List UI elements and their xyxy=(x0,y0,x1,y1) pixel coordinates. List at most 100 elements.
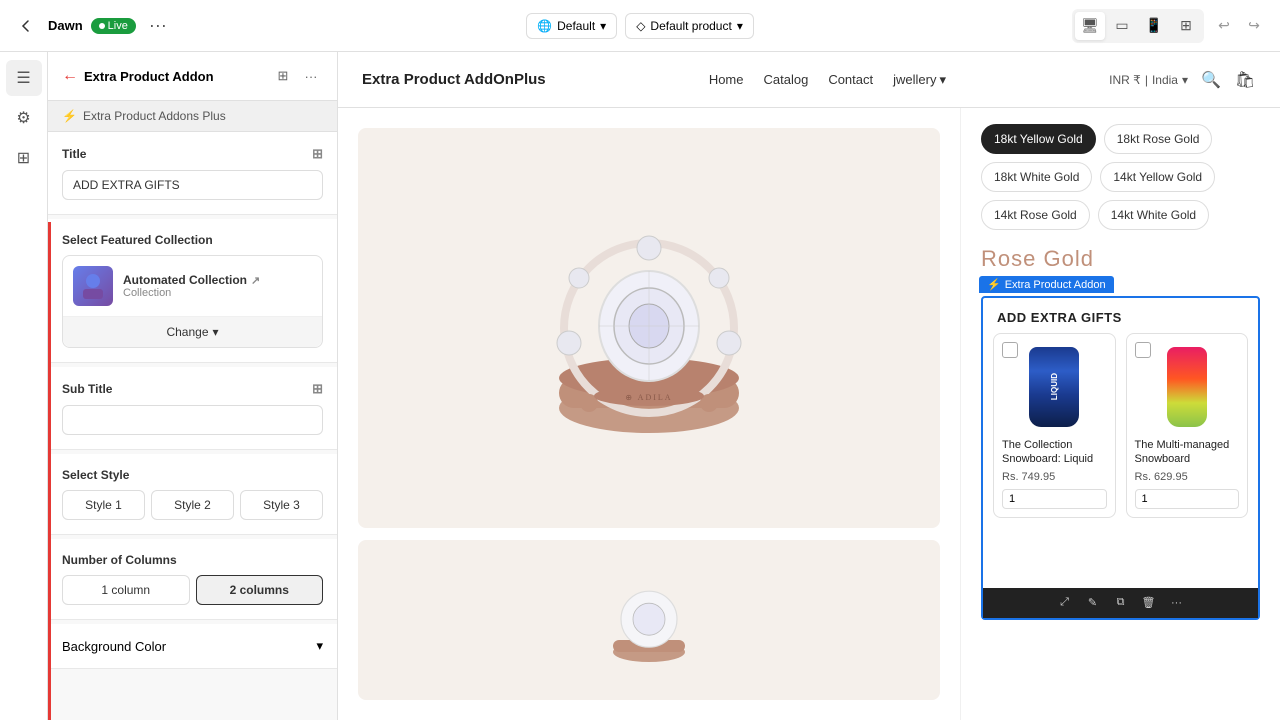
addon-bottom-bar: ⤢ ✎ ⧉ 🗑 ··· xyxy=(983,588,1258,618)
addon-ctrl-move[interactable]: ⤢ xyxy=(1054,592,1076,614)
panel-header-icons: ⊞ ··· xyxy=(271,64,323,88)
background-color-section: Background Color ▾ xyxy=(48,624,337,669)
nav-home[interactable]: Home xyxy=(709,72,744,87)
sidebar-icon-settings[interactable]: ⚙ xyxy=(6,100,42,136)
store-name: Dawn xyxy=(48,18,83,33)
mobile-button[interactable]: 📱 xyxy=(1139,12,1169,40)
subtitle-label: Sub Title ⊞ xyxy=(62,381,323,397)
addon-product-card-0: LIQUID The Collection Snowboard: Liquid … xyxy=(993,333,1116,518)
theme-dropdown[interactable]: 🌐 Default ▾ xyxy=(526,13,617,39)
chevron-icon-2: ▾ xyxy=(737,19,743,33)
collection-name: Automated Collection ↗ xyxy=(123,273,312,287)
extra-addon-panel: ADD EXTRA GIFTS LIQUID xyxy=(981,296,1260,620)
gold-option-3[interactable]: 14kt Yellow Gold xyxy=(1100,162,1215,192)
collection-section-label: Select Featured Collection xyxy=(62,233,323,247)
addon-checkbox-1[interactable] xyxy=(1135,342,1151,358)
collection-thumbnail xyxy=(73,266,113,306)
title-input[interactable] xyxy=(62,170,323,200)
panel-title: Extra Product Addon xyxy=(84,69,214,84)
addon-qty-input-1[interactable] xyxy=(1135,489,1240,509)
desktop-button[interactable]: 🖥 xyxy=(1075,12,1105,40)
undo-button[interactable]: ↩ xyxy=(1210,12,1238,40)
style-3-button[interactable]: Style 3 xyxy=(240,490,323,520)
collection-info: Automated Collection ↗ Collection xyxy=(123,273,312,299)
addon-product-price-1: Rs. 629.95 xyxy=(1135,471,1240,483)
nav-jwellery[interactable]: jwellery ▾ xyxy=(893,72,946,88)
currency-chevron-icon: ▾ xyxy=(1182,73,1188,87)
addon-ctrl-copy[interactable]: ⧉ xyxy=(1110,592,1132,614)
style-section: Select Style Style 1 Style 2 Style 3 xyxy=(48,454,337,535)
cart-icon[interactable]: 🛍 xyxy=(1234,69,1256,91)
one-column-button[interactable]: 1 column xyxy=(62,575,190,605)
gold-option-2[interactable]: 18kt White Gold xyxy=(981,162,1092,192)
secondary-product-image xyxy=(358,540,940,700)
columns-section: Number of Columns 1 column 2 columns xyxy=(48,539,337,620)
snowboard-text-1: LIQUID xyxy=(1050,373,1059,400)
panel-more-icon[interactable]: ··· xyxy=(299,64,323,88)
addon-product-card-1: The Multi-managed Snowboard Rs. 629.95 xyxy=(1126,333,1249,518)
fade-gradient xyxy=(983,528,1258,588)
top-bar: Dawn Live ··· 🌐 Default ▾ ◇ Default prod… xyxy=(0,0,1280,52)
external-link-icon[interactable]: ↗ xyxy=(251,274,260,287)
gold-option-0[interactable]: 18kt Yellow Gold xyxy=(981,124,1096,154)
globe-icon: 🌐 xyxy=(537,19,552,33)
sidebar-icon-apps[interactable]: ⊞ xyxy=(6,140,42,176)
addon-products-grid: LIQUID The Collection Snowboard: Liquid … xyxy=(983,333,1258,528)
extra-addon-label: ⚡ Extra Product Addon xyxy=(979,276,1114,293)
sub-panel-title: Extra Product Addons Plus xyxy=(83,109,226,123)
addon-section-wrapper: ⚡ Extra Product Addon ADD EXTRA GIFTS xyxy=(981,296,1260,620)
undo-redo-controls: ↩ ↪ xyxy=(1210,12,1268,40)
addon-product-name-0: The Collection Snowboard: Liquid xyxy=(1002,438,1107,467)
nav-contact[interactable]: Contact xyxy=(828,72,873,87)
addon-product-price-0: Rs. 749.95 xyxy=(1002,471,1107,483)
diamond-icon: ◇ xyxy=(636,19,645,33)
chevron-down-icon: ▾ xyxy=(213,325,219,339)
currency-selector[interactable]: INR ₹ | India ▾ xyxy=(1109,73,1188,87)
background-color-label: Background Color xyxy=(62,639,166,654)
chevron-icon: ▾ xyxy=(600,19,606,33)
back-button[interactable] xyxy=(12,12,40,40)
store-nav-links: Home Catalog Contact jwellery ▾ xyxy=(709,72,946,88)
back-panel-icon[interactable]: ← xyxy=(62,67,78,85)
store-nav-right: INR ₹ | India ▾ 🔍 🛍 xyxy=(1109,69,1256,91)
nav-catalog[interactable]: Catalog xyxy=(764,72,809,87)
style-1-button[interactable]: Style 1 xyxy=(62,490,145,520)
panel-db-icon[interactable]: ⊞ xyxy=(271,64,295,88)
redo-button[interactable]: ↪ xyxy=(1240,12,1268,40)
gold-option-1[interactable]: 18kt Rose Gold xyxy=(1104,124,1213,154)
svg-text:⊕ ADILA: ⊕ ADILA xyxy=(625,393,672,402)
panel-header: ← Extra Product Addon ⊞ ··· xyxy=(48,52,337,101)
sub-panel-icon: ⚡ xyxy=(62,109,77,123)
title-db-icon[interactable]: ⊞ xyxy=(312,146,323,162)
top-bar-right: 🖥 ▭ 📱 ⊞ ↩ ↪ xyxy=(764,9,1268,43)
preview-area: Extra Product AddOnPlus Home Catalog Con… xyxy=(338,52,1280,720)
subtitle-input[interactable] xyxy=(62,405,323,435)
style-2-button[interactable]: Style 2 xyxy=(151,490,234,520)
search-icon[interactable]: 🔍 xyxy=(1200,69,1222,91)
gold-option-5[interactable]: 14kt White Gold xyxy=(1098,200,1209,230)
sidebar-icon-sections[interactable]: ☰ xyxy=(6,60,42,96)
collection-type: Collection xyxy=(123,287,312,299)
sub-panel-header: ⚡ Extra Product Addons Plus xyxy=(48,101,337,132)
custom-size-button[interactable]: ⊞ xyxy=(1171,12,1201,40)
main-product-image: ⊕ ADILA xyxy=(358,128,940,528)
addon-ctrl-edit[interactable]: ✎ xyxy=(1082,592,1104,614)
product-dropdown[interactable]: ◇ Default product ▾ xyxy=(625,13,754,39)
addon-ctrl-more[interactable]: ··· xyxy=(1166,592,1188,614)
addon-product-name-1: The Multi-managed Snowboard xyxy=(1135,438,1240,467)
addon-ctrl-delete[interactable]: 🗑 xyxy=(1138,592,1160,614)
two-columns-button[interactable]: 2 columns xyxy=(196,575,324,605)
gold-option-4[interactable]: 14kt Rose Gold xyxy=(981,200,1090,230)
addon-checkbox-0[interactable] xyxy=(1002,342,1018,358)
tablet-button[interactable]: ▭ xyxy=(1107,12,1137,40)
subtitle-db-icon[interactable]: ⊞ xyxy=(312,381,323,397)
columns-label: Number of Columns xyxy=(62,553,323,567)
addon-qty-input-0[interactable] xyxy=(1002,489,1107,509)
more-options-button[interactable]: ··· xyxy=(144,12,172,40)
change-collection-button[interactable]: Change ▾ xyxy=(63,317,322,347)
second-ring-svg xyxy=(589,560,709,680)
collection-item: Automated Collection ↗ Collection xyxy=(63,256,322,317)
style-label: Select Style xyxy=(62,468,323,482)
live-badge: Live xyxy=(91,18,136,34)
expand-icon[interactable]: ▾ xyxy=(316,638,323,654)
